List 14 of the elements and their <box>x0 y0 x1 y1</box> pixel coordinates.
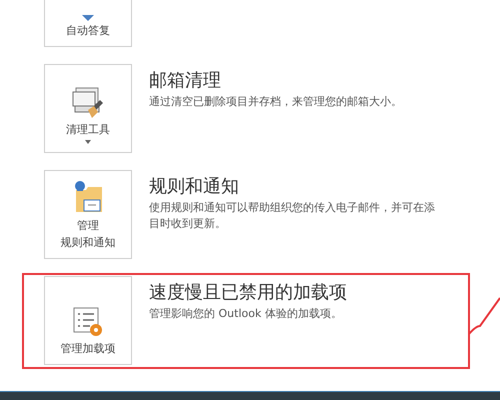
section-description: 管理影响您的 Outlook 体验的加载项。 <box>149 306 343 322</box>
section-title: 规则和通知 <box>149 175 240 199</box>
tool-button[interactable]: 管理 规则和通知 <box>44 170 132 259</box>
addin-settings-icon <box>71 305 105 339</box>
tool-button[interactable]: 清理工具 <box>44 64 132 153</box>
section-title: 邮箱清理 <box>149 69 222 93</box>
section-description: 目时收到更新。 <box>149 216 227 232</box>
tool-button[interactable]: 管理加载项 <box>44 276 132 365</box>
tool-button[interactable]: 自动答复 <box>44 0 132 47</box>
section-description: 使用规则和通知可以帮助组织您的传入电子邮件，并可在添 <box>149 200 435 216</box>
section-description: 通过清空已删除项目并存档，来管理您的邮箱大小。 <box>149 94 402 110</box>
annotation-line <box>468 296 500 336</box>
section-title: 速度慢且已禁用的加载项 <box>149 281 347 305</box>
mailbox-cleanup-icon <box>70 86 106 120</box>
